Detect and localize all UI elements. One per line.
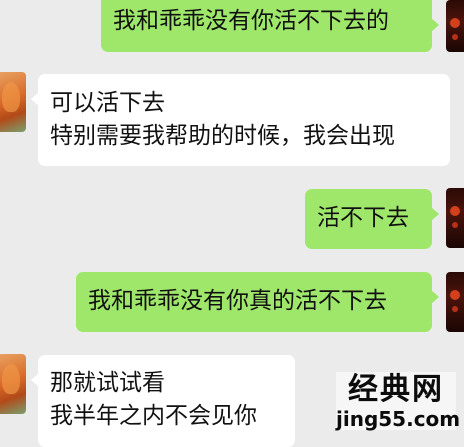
message-text: 我和乖乖没有你真的活不下去 xyxy=(88,288,387,314)
message-text: 我和乖乖没有你活不下去的 xyxy=(113,8,389,34)
message-text: 活不下去 xyxy=(317,205,409,231)
watermark-domain: jing55.com xyxy=(336,407,461,431)
received-message-bubble[interactable]: 可以活下去 特别需要我帮助的时候，我会出现 xyxy=(31,74,450,166)
sent-message-bubble[interactable]: 我和乖乖没有你活不下去的 xyxy=(101,0,439,52)
contact-avatar[interactable] xyxy=(446,188,464,248)
message-text: 那就试试看 xyxy=(50,370,165,396)
contact-avatar[interactable] xyxy=(446,272,464,332)
watermark-title: 经典网 xyxy=(348,372,444,407)
message-text: 特别需要我帮助的时候，我会出现 xyxy=(50,123,395,149)
chat-conversation: 我和乖乖没有你活不下去的 可以活下去 特别需要我帮助的时候，我会出现 活不下去 … xyxy=(0,0,464,447)
contact-avatar[interactable] xyxy=(446,0,464,52)
received-message-bubble[interactable]: 那就试试看 我半年之内不会见你 xyxy=(31,355,295,447)
contact-avatar[interactable] xyxy=(0,354,26,414)
site-watermark: 经典网 jing55.com xyxy=(336,372,461,431)
message-text: 可以活下去 xyxy=(50,90,165,116)
message-text: 我半年之内不会见你 xyxy=(50,403,257,429)
sent-message-bubble[interactable]: 活不下去 xyxy=(305,189,439,249)
contact-avatar[interactable] xyxy=(0,72,26,132)
sent-message-bubble[interactable]: 我和乖乖没有你真的活不下去 xyxy=(76,272,439,332)
